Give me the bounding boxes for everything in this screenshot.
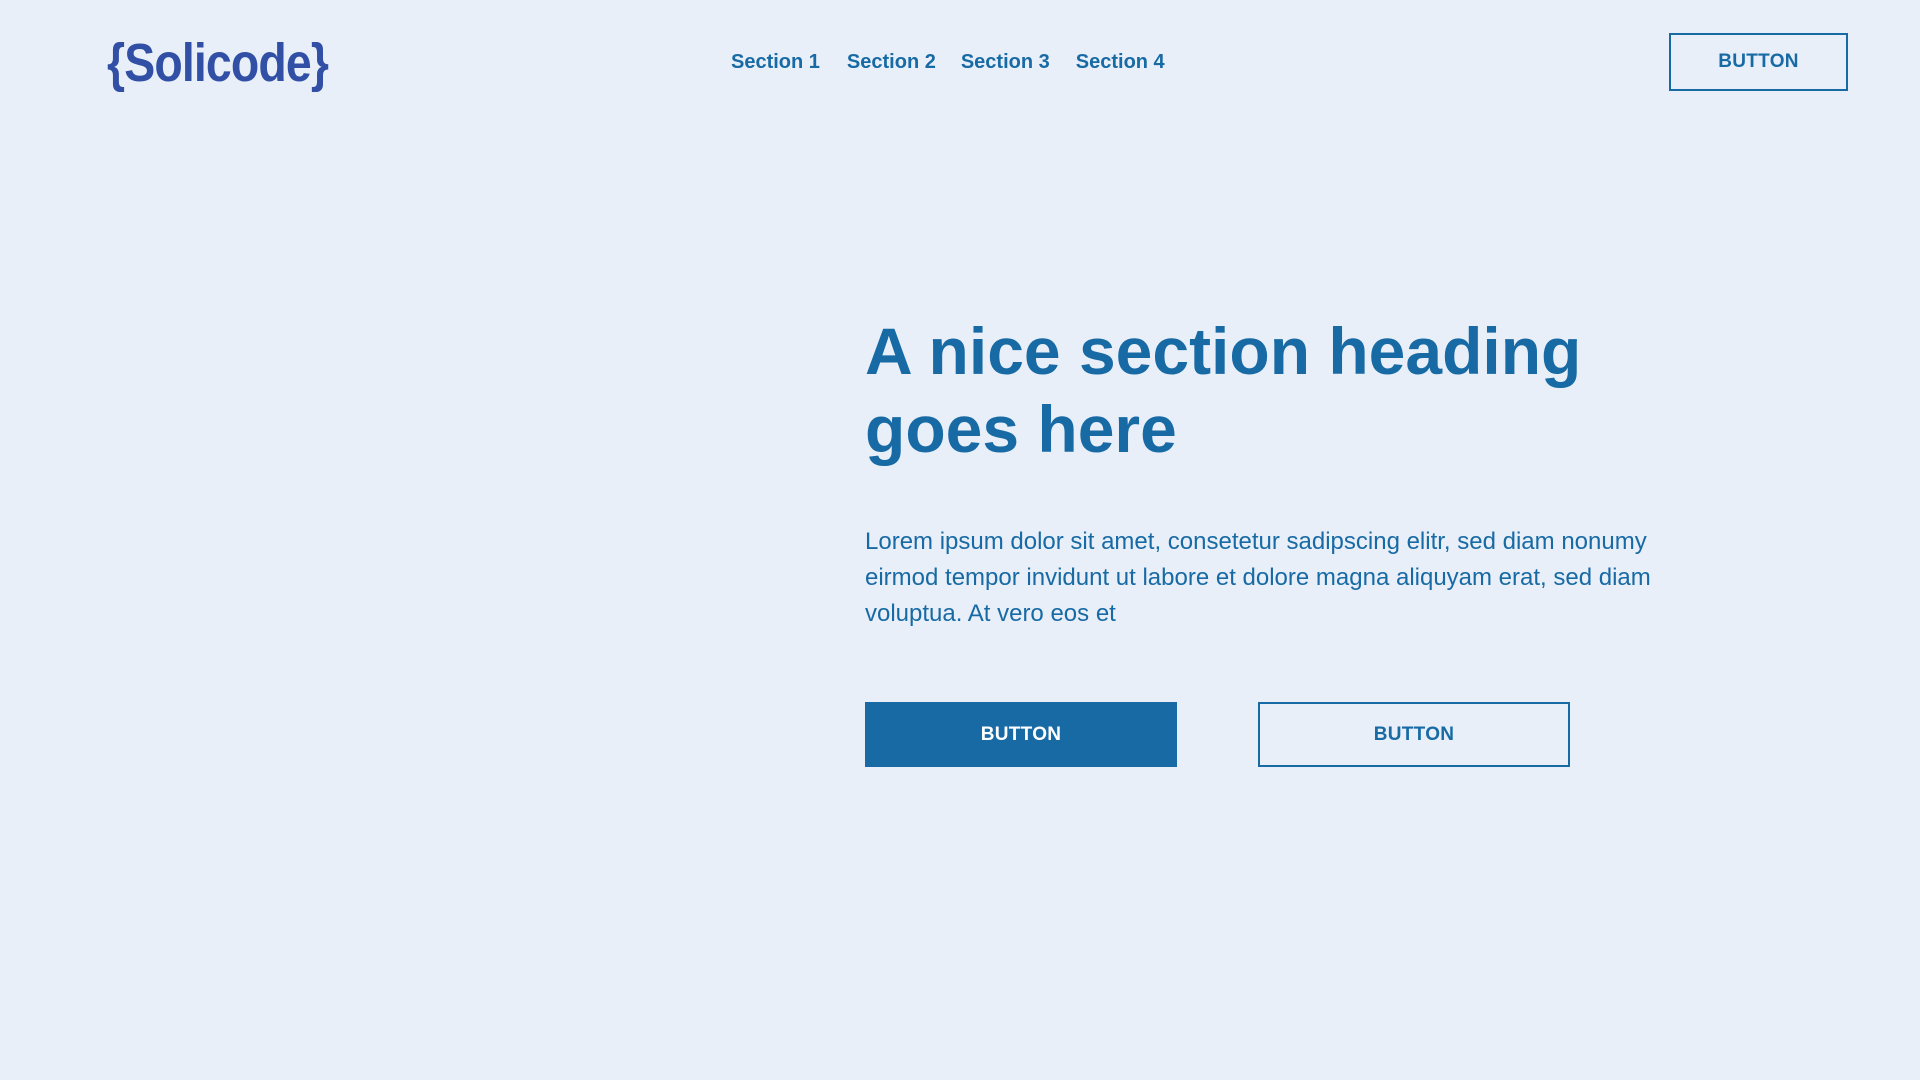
main-nav: Section 1 Section 2 Section 3 Section 4: [731, 47, 1165, 77]
primary-button[interactable]: BUTTON: [865, 702, 1177, 767]
secondary-button[interactable]: BUTTON: [1258, 702, 1570, 767]
nav-item-section-1[interactable]: Section 1: [731, 51, 820, 74]
header-cta-button[interactable]: BUTTON: [1669, 33, 1848, 91]
nav-item-section-3[interactable]: Section 3: [961, 51, 1050, 74]
section-heading: A nice section heading goes here: [865, 314, 1582, 466]
nav-item-section-2[interactable]: Section 2: [847, 51, 936, 74]
logo[interactable]: {Solicode}: [107, 30, 329, 96]
section-body-text: Lorem ipsum dolor sit amet, consetetur s…: [865, 528, 1651, 627]
nav-item-section-4[interactable]: Section 4: [1076, 51, 1165, 74]
